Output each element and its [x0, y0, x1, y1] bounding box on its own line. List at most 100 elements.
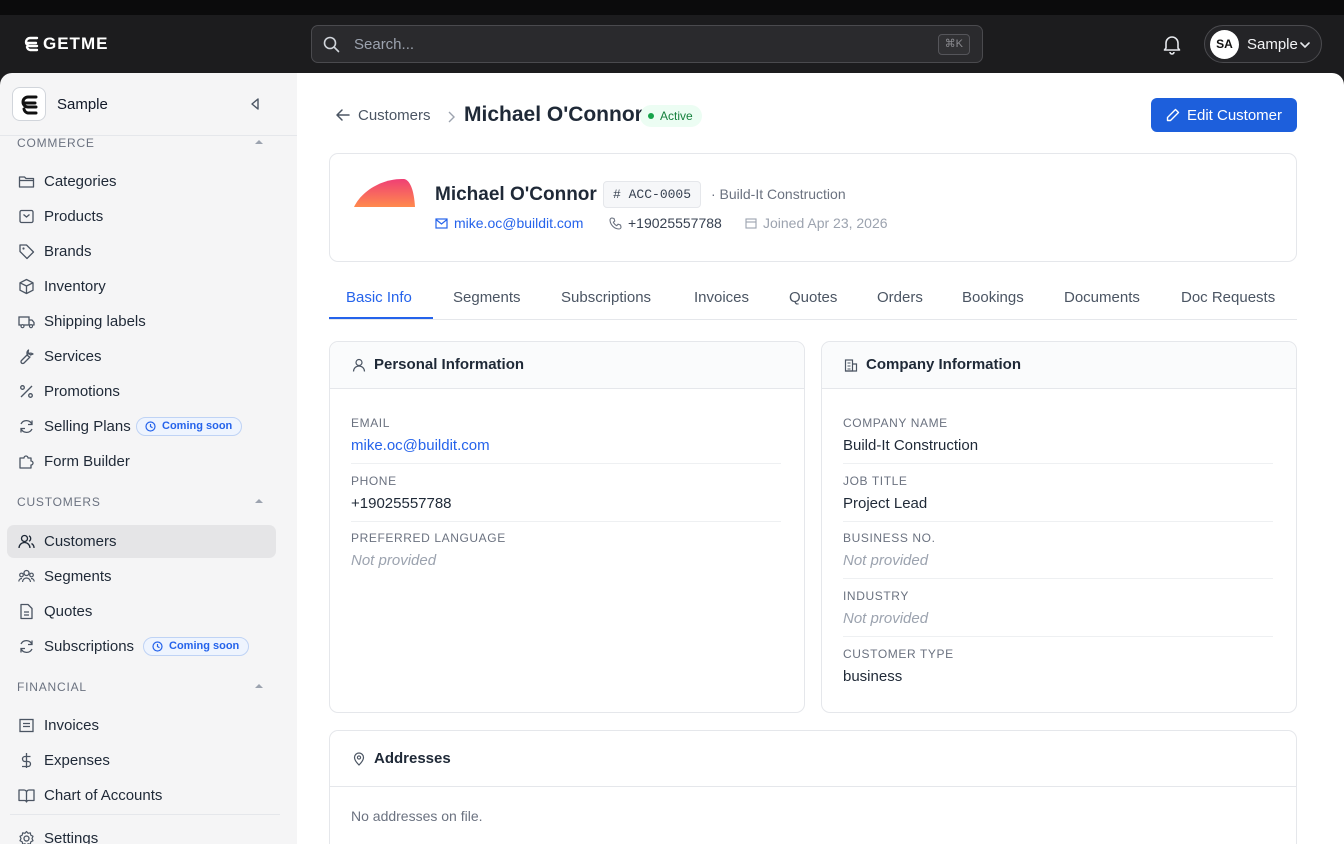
- collapse-sidebar-icon[interactable]: [249, 98, 261, 110]
- card-header: Company Information: [822, 342, 1296, 389]
- profile-phone: +19025557788: [628, 215, 722, 231]
- search-input[interactable]: [354, 34, 914, 54]
- phone-icon: [609, 216, 622, 230]
- field-value: Not provided: [843, 610, 929, 627]
- percent-icon: [20, 385, 33, 398]
- field-label: EMAIL: [351, 416, 391, 430]
- gear-icon: [19, 830, 34, 844]
- sidebar-item-products[interactable]: Products: [7, 200, 276, 233]
- card-header: Personal Information: [330, 342, 804, 389]
- card-header: Addresses: [330, 731, 1296, 787]
- sidebar: Sample COMMERCE Categories Products Bran…: [0, 73, 297, 844]
- sidebar-item-label: Categories: [44, 173, 117, 190]
- wrench-icon: [20, 349, 34, 365]
- user-menu-button[interactable]: SA Sample: [1204, 25, 1322, 63]
- addresses-empty-state: No addresses on file.: [351, 808, 483, 824]
- section-commerce-title: COMMERCE: [17, 136, 95, 150]
- chevron-up-icon[interactable]: [254, 497, 264, 505]
- sidebar-item-label: Segments: [44, 568, 112, 585]
- logo-text: GETME: [43, 34, 109, 53]
- sidebar-item-label: Subscriptions: [44, 638, 135, 655]
- field-divider: [843, 463, 1273, 464]
- book-icon: [18, 789, 35, 803]
- account-id: ACC-0005: [628, 187, 692, 202]
- field-value: business: [843, 668, 903, 685]
- profile-phone-row: +19025557788: [609, 215, 722, 231]
- mail-icon: [435, 217, 448, 229]
- workspace-logo: [12, 87, 46, 121]
- sidebar-item-label: Inventory: [44, 278, 106, 295]
- field-label: INDUSTRY: [843, 589, 909, 603]
- field-divider: [351, 521, 781, 522]
- sidebar-item-selling-plans[interactable]: Selling Plans Coming soon: [7, 410, 276, 443]
- sidebar-item-quotes[interactable]: Quotes: [7, 595, 276, 628]
- tab-orders[interactable]: Orders: [877, 289, 923, 306]
- app-logo[interactable]: GETME: [24, 34, 108, 54]
- sidebar-item-brands[interactable]: Brands: [7, 235, 276, 268]
- dollar-icon: [21, 753, 32, 768]
- sidebar-item-customers[interactable]: Customers: [7, 525, 276, 558]
- sidebar-item-form-builder[interactable]: Form Builder: [7, 445, 276, 478]
- workspace-switcher[interactable]: Sample: [0, 73, 297, 136]
- field-divider: [843, 636, 1273, 637]
- field-value: Project Lead: [843, 495, 928, 512]
- clock-icon: [145, 421, 156, 432]
- field-business-no: BUSINESS NO. Not provided: [843, 531, 1273, 569]
- badge-label: Coming soon: [162, 420, 233, 432]
- customer-tabs: Basic Info Segments Subscriptions Invoic…: [329, 278, 1297, 320]
- arrow-left-icon[interactable]: [335, 108, 351, 122]
- field-divider: [351, 463, 781, 464]
- sidebar-item-expenses[interactable]: Expenses: [7, 744, 276, 777]
- tab-subscriptions[interactable]: Subscriptions: [561, 289, 651, 306]
- bell-icon[interactable]: [1161, 33, 1183, 55]
- company-information-card: Company Information COMPANY NAME Build-I…: [821, 341, 1297, 713]
- user-name: Sample: [1247, 36, 1298, 53]
- tab-basic-info[interactable]: Basic Info: [346, 289, 412, 306]
- edit-customer-label: Edit Customer: [1186, 106, 1283, 124]
- profile-email[interactable]: mike.oc@buildit.com: [454, 215, 583, 231]
- tab-segments[interactable]: Segments: [453, 289, 521, 306]
- sidebar-item-chart-of-accounts[interactable]: Chart of Accounts: [7, 779, 276, 812]
- field-label: PHONE: [351, 474, 397, 488]
- tab-invoices[interactable]: Invoices: [694, 289, 749, 306]
- field-label: PREFERRED LANGUAGE: [351, 531, 506, 545]
- search-icon: [323, 36, 340, 53]
- sidebar-item-settings[interactable]: Settings: [7, 822, 276, 844]
- sidebar-item-services[interactable]: Services: [7, 340, 276, 373]
- sidebar-item-subscriptions[interactable]: Subscriptions Coming soon: [7, 630, 276, 663]
- field-label: BUSINESS NO.: [843, 531, 936, 545]
- status-label: Active: [660, 109, 693, 123]
- global-search[interactable]: ⌘K: [311, 25, 983, 63]
- field-label: JOB TITLE: [843, 474, 908, 488]
- field-value[interactable]: mike.oc@buildit.com: [351, 437, 781, 454]
- field-value: Build-It Construction: [843, 437, 979, 454]
- tab-bookings[interactable]: Bookings: [962, 289, 1024, 306]
- chevron-up-icon[interactable]: [254, 682, 264, 690]
- main-content: Customers Michael O'Connor Active Edit C…: [297, 73, 1344, 844]
- sidebar-item-promotions[interactable]: Promotions: [7, 375, 276, 408]
- sidebar-item-shipping-labels[interactable]: Shipping labels: [7, 305, 276, 338]
- sidebar-item-label: Products: [44, 208, 104, 225]
- tab-documents[interactable]: Documents: [1064, 289, 1140, 306]
- tab-quotes[interactable]: Quotes: [789, 289, 837, 306]
- chevron-down-icon: [1300, 42, 1310, 49]
- field-company-name: COMPANY NAME Build-It Construction: [843, 416, 1273, 454]
- customer-profile-card: Michael O'Connor # ACC-0005 · Build-It C…: [329, 153, 1297, 262]
- breadcrumb-customers-link[interactable]: Customers: [358, 107, 431, 124]
- sidebar-item-label: Customers: [44, 533, 117, 550]
- tab-doc-requests[interactable]: Doc Requests: [1181, 289, 1275, 306]
- sidebar-item-inventory[interactable]: Inventory: [7, 270, 276, 303]
- profile-banner-image: [354, 178, 415, 207]
- card-title: Addresses: [374, 750, 451, 767]
- top-bar: GETME ⌘K SA Sample: [0, 15, 1344, 73]
- profile-email-row[interactable]: mike.oc@buildit.com: [435, 215, 583, 231]
- sidebar-item-segments[interactable]: Segments: [7, 560, 276, 593]
- edit-customer-button[interactable]: Edit Customer: [1151, 98, 1297, 132]
- account-id-badge: # ACC-0005: [603, 181, 702, 208]
- chevron-right-icon: [448, 111, 455, 123]
- chevron-up-icon[interactable]: [254, 138, 264, 146]
- card-title: Personal Information: [374, 356, 525, 373]
- sidebar-item-invoices[interactable]: Invoices: [7, 709, 276, 742]
- sidebar-item-categories[interactable]: Categories: [7, 165, 276, 198]
- card-title: Company Information: [866, 356, 1022, 373]
